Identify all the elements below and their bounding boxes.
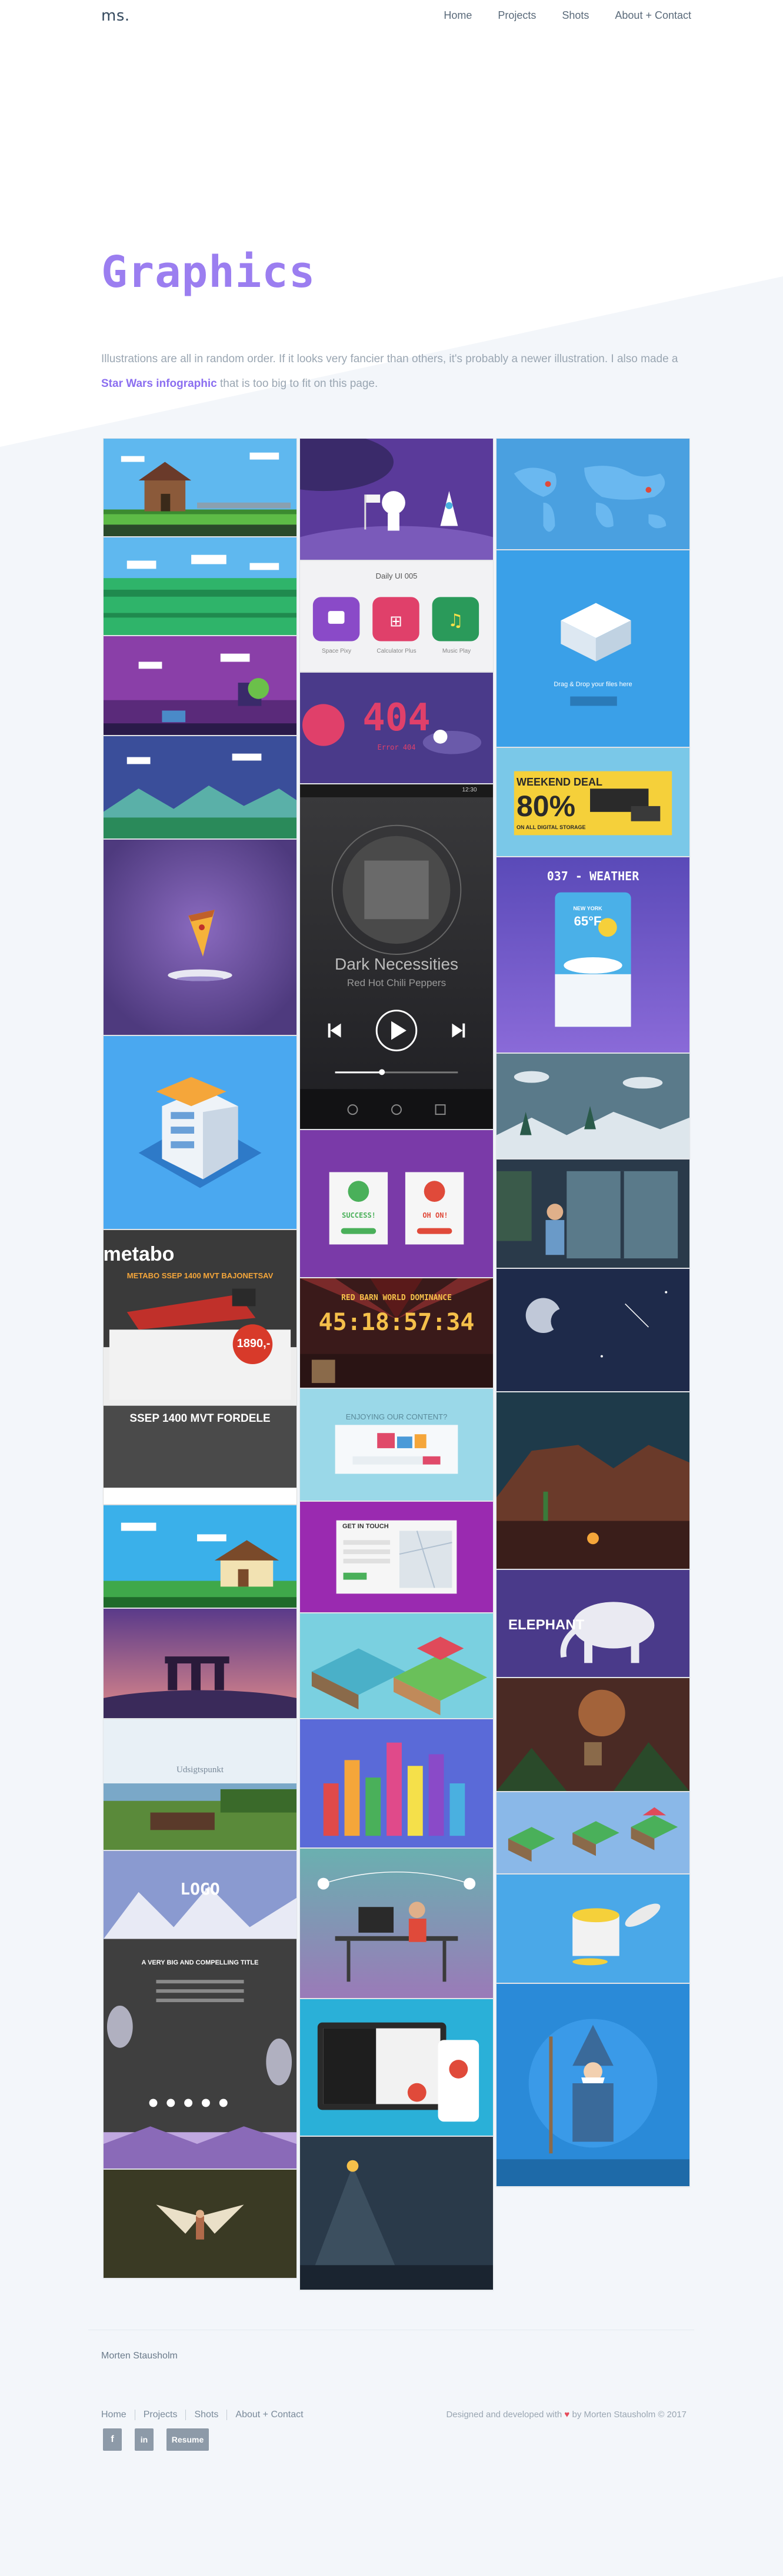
tile-snow-landscape[interactable] <box>496 1053 690 1159</box>
desc-text-after: that is too big to fit on this page. <box>216 377 378 390</box>
metabo-logo: metabo <box>103 1243 175 1265</box>
metabo-price: 1890,- <box>236 1337 271 1350</box>
brand-logo[interactable]: ms. <box>101 7 130 25</box>
tile-isometric-pool[interactable] <box>299 1613 494 1719</box>
red-barn-headline: RED BARN WORLD DOMINANCE <box>341 1294 452 1302</box>
facebook-icon[interactable]: f <box>103 2428 122 2451</box>
tile-success-error[interactable]: SUCCESS! OH ON! <box>299 1130 494 1278</box>
linkedin-icon[interactable]: in <box>135 2428 154 2451</box>
tile-enjoying-content[interactable]: ENJOYING OUR CONTENT? <box>299 1388 494 1501</box>
main-nav: Home Projects Shots About + Contact <box>444 9 691 22</box>
tile-isometric-bars[interactable] <box>299 1719 494 1848</box>
tile-app-icons[interactable]: ⊞ ♫ Daily UI 005 Space Pixy Calculator Pl… <box>299 560 494 672</box>
tile-get-in-touch[interactable]: GET IN TOUCH <box>299 1501 494 1613</box>
tile-stonehenge[interactable] <box>103 1608 297 1719</box>
tile-weather-app[interactable]: 037 - WEATHER NEW YORK 65°F <box>496 857 690 1053</box>
tile-weekend-deal[interactable]: WEEKEND DEAL 80% ON ALL DIGITAL STORAGE <box>496 747 690 857</box>
tile-elephant[interactable]: ELEPHANT <box>496 1569 690 1678</box>
tile-paint-bucket[interactable] <box>496 1874 690 1983</box>
app-label-calculator-plus: Calculator Plus <box>376 648 417 654</box>
music-track-title: Dark Necessities <box>334 955 459 973</box>
tile-isometric-building[interactable] <box>103 1035 297 1229</box>
credit-text-before: Designed and developed with <box>446 2410 562 2420</box>
tile-countdown[interactable]: RED BARN WORLD DOMINANCE 45:18:57:34 <box>299 1278 494 1388</box>
app-label-space-pixy: Space Pixy <box>321 648 352 654</box>
deal-storage: ON ALL DIGITAL STORAGE <box>517 824 586 830</box>
tile-moon-night[interactable] <box>496 1268 690 1392</box>
metabo-fordele: SSEP 1400 MVT FORDELE <box>129 1412 271 1425</box>
tile-pixel-cottage[interactable] <box>103 1505 297 1608</box>
tile-pixel-mountains[interactable] <box>103 736 297 839</box>
tile-desk-worker[interactable] <box>299 1848 494 1999</box>
tile-jungle-scene[interactable] <box>496 1678 690 1792</box>
footer-links: Home Projects Shots About + Contact <box>101 2410 312 2420</box>
tile-world-map[interactable] <box>496 438 690 550</box>
footer-link-about-contact[interactable]: About + Contact <box>226 2410 311 2420</box>
page-title: Graphics <box>101 247 316 298</box>
heart-icon: ♥ <box>564 2410 570 2420</box>
udsigtspunkt-label: Udsigtspunkt <box>176 1765 224 1775</box>
tile-space-rocket[interactable] <box>299 438 494 560</box>
tile-night-drone[interactable] <box>299 2136 494 2290</box>
tile-angel-figure[interactable] <box>103 2169 297 2278</box>
get-in-touch-title: GET IN TOUCH <box>342 1523 389 1530</box>
svg-text:♫: ♫ <box>448 610 464 631</box>
tile-pixel-purple-city[interactable] <box>103 636 297 736</box>
tile-pixel-house[interactable] <box>103 438 297 537</box>
nav-about-contact[interactable]: About + Contact <box>615 9 691 22</box>
credit-text-after: by Morten Stausholm © 2017 <box>572 2410 687 2420</box>
success-label: SUCCESS! <box>342 1211 376 1219</box>
music-status-time: 12:30 <box>462 787 477 793</box>
tile-window-boy[interactable] <box>496 1159 690 1268</box>
tile-udsigtspunkt-photo[interactable]: Udsigtspunkt <box>103 1719 297 1850</box>
footer-author-name: Morten Stausholm <box>101 2351 178 2361</box>
tile-landing-page[interactable]: LOGO A VERY BIG AND COMPELLING TITLE <box>103 1850 297 2169</box>
tile-desert-campfire[interactable] <box>496 1392 690 1569</box>
star-wars-infographic-link[interactable]: Star Wars infographic <box>101 377 217 390</box>
elephant-title: ELEPHANT <box>508 1617 585 1633</box>
weather-temp: 65°F <box>574 914 602 928</box>
tile-metabo-ad[interactable]: metabo METABO SSEP 1400 MVT BAJONETSAV 1… <box>103 1229 297 1505</box>
music-track-artist: Red Hot Chili Peppers <box>346 977 447 988</box>
tile-pizza-plate[interactable] <box>103 839 297 1035</box>
tile-pixel-clouds-green[interactable] <box>103 537 297 636</box>
metabo-subtitle: METABO SSEP 1400 MVT BAJONETSAV <box>126 1271 274 1280</box>
nav-home[interactable]: Home <box>444 9 472 22</box>
error-subtitle: Error 404 <box>377 743 416 751</box>
landing-title: A VERY BIG AND COMPELLING TITLE <box>141 1959 259 1966</box>
page-description: Illustrations are all in random order. I… <box>101 347 695 396</box>
desc-text-before: Illustrations are all in random order. I… <box>101 353 678 365</box>
nav-projects[interactable]: Projects <box>498 9 536 22</box>
oh-no-label: OH ON! <box>422 1211 448 1219</box>
tile-drag-drop-upload[interactable]: Drag & Drop your files here <box>496 550 690 747</box>
tile-music-player[interactable]: 12:30 Dark Necessities Red Hot Chili Pep… <box>299 784 494 1130</box>
tile-wizard[interactable] <box>496 1983 690 2187</box>
weather-title: 037 - WEATHER <box>547 869 639 883</box>
footer-link-home[interactable]: Home <box>101 2410 135 2420</box>
error-code: 404 <box>362 696 431 740</box>
weather-city: NEW YORK <box>573 906 602 911</box>
nav-shots[interactable]: Shots <box>562 9 589 22</box>
footer-credit: Designed and developed with ♥ by Morten … <box>446 2410 687 2420</box>
app-icons-title: Daily UI 005 <box>375 572 418 580</box>
tile-devices-mockup[interactable] <box>299 1999 494 2136</box>
landing-logo: LOGO <box>180 1879 220 1899</box>
drag-drop-text: Drag & Drop your files here <box>554 681 632 688</box>
countdown-timer: 45:18:57:34 <box>318 1309 475 1336</box>
svg-text:⊞: ⊞ <box>389 613 402 630</box>
footer-link-projects[interactable]: Projects <box>134 2410 186 2420</box>
app-label-music-play: Music Play <box>442 648 471 654</box>
deal-percent: 80% <box>517 790 576 823</box>
footer-link-shots[interactable]: Shots <box>185 2410 226 2420</box>
weekend-deal-title: WEEKEND DEAL <box>517 776 603 788</box>
tile-isometric-houses[interactable] <box>496 1792 690 1874</box>
tile-error-404[interactable]: 404 Error 404 <box>299 672 494 784</box>
resume-button[interactable]: Resume <box>166 2428 209 2451</box>
enjoying-headline: ENJOYING OUR CONTENT? <box>345 1412 448 1421</box>
